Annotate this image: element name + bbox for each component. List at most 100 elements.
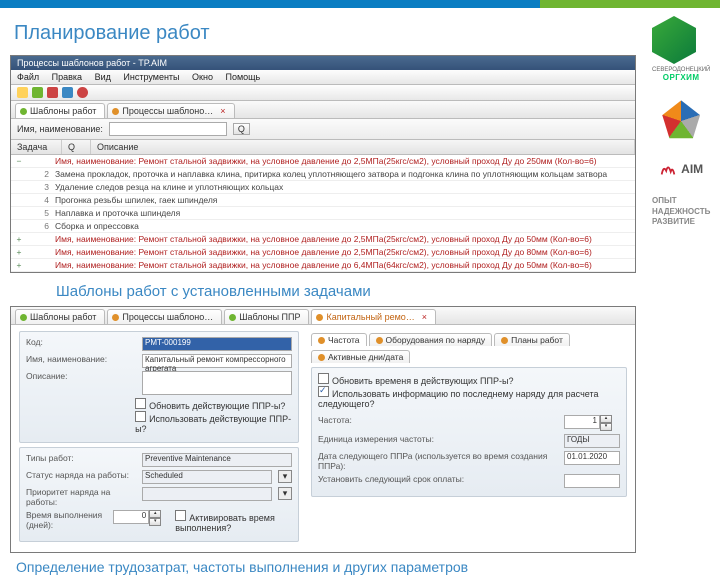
unit-label: Единица измерения частоты: bbox=[318, 434, 558, 444]
window-title: Процессы шаблонов работ - TP.AIM bbox=[11, 56, 635, 70]
col-task[interactable]: Задача bbox=[11, 140, 62, 154]
expand-icon[interactable]: − bbox=[11, 156, 27, 166]
unit-select[interactable]: ГОДЫ bbox=[564, 434, 620, 448]
search-input[interactable] bbox=[109, 122, 227, 136]
aim-logo: AIM bbox=[659, 160, 703, 178]
caption-templates: Шаблоны работ с установленными задачами bbox=[56, 283, 636, 300]
checkbox[interactable] bbox=[175, 510, 186, 521]
table-row[interactable]: + Имя, наименование: Ремонт стальной задв… bbox=[11, 233, 635, 246]
form-left: Код: PMT-000199 Имя, наименование: Капитал… bbox=[19, 331, 299, 546]
spin-up-icon[interactable]: ▴ bbox=[600, 415, 612, 423]
motto-line: РАЗВИТИЕ bbox=[652, 217, 695, 226]
checkbox[interactable] bbox=[135, 398, 146, 409]
tab-processes[interactable]: Процессы шаблоно…× bbox=[107, 103, 234, 118]
nextdate-input[interactable] bbox=[564, 474, 620, 488]
grid-body[interactable]: − Имя, наименование: Ремонт стальной задв… bbox=[11, 155, 635, 272]
tab-templates[interactable]: Шаблоны работ bbox=[15, 103, 105, 118]
code-label: Код: bbox=[26, 337, 136, 347]
form-right: Частота Оборудования по наряду Планы раб… bbox=[311, 331, 627, 546]
checkbox[interactable] bbox=[318, 373, 329, 384]
inner-tab-active[interactable]: Активные дни/дата bbox=[311, 350, 410, 363]
tab-ppr[interactable]: Шаблоны ППР bbox=[224, 309, 309, 324]
date-input[interactable]: 01.01.2020 bbox=[564, 451, 620, 465]
expand-icon[interactable]: + bbox=[11, 234, 27, 244]
tabs-row: Шаблоны работ Процессы шаблоно…× bbox=[11, 101, 635, 119]
dot-icon bbox=[316, 314, 323, 321]
col-q[interactable]: Q bbox=[62, 140, 91, 154]
row-text: Наплавка и проточка шпинделя bbox=[53, 207, 635, 219]
dot-icon bbox=[318, 337, 325, 344]
row-text: Имя, наименование: Ремонт стальной задви… bbox=[53, 246, 635, 258]
tab-label: Капитальный ремо… bbox=[326, 312, 414, 322]
close-icon[interactable]: × bbox=[220, 106, 225, 116]
inner-tab-freq[interactable]: Частота bbox=[311, 333, 367, 346]
dur-value[interactable]: 0 bbox=[113, 510, 149, 524]
col-desc[interactable]: Описание bbox=[91, 140, 635, 154]
dot-icon bbox=[318, 354, 325, 361]
menu-window[interactable]: Окно bbox=[192, 72, 213, 82]
row-text: Замена прокладок, проточка и наплавка кл… bbox=[53, 168, 635, 180]
row-text: Имя, наименование: Ремонт стальной задви… bbox=[53, 155, 635, 167]
pinwheel-icon bbox=[660, 100, 702, 142]
chk-label: Активировать время выполнения? bbox=[175, 513, 275, 533]
inner-tab-equip[interactable]: Оборудования по наряду bbox=[369, 333, 493, 346]
menu-view[interactable]: Вид bbox=[95, 72, 111, 82]
tab-processes2[interactable]: Процессы шаблоно… bbox=[107, 309, 222, 324]
spin-down-icon[interactable]: ▾ bbox=[600, 423, 612, 431]
desc-input[interactable] bbox=[142, 371, 292, 395]
inner-tab-plans[interactable]: Планы работ bbox=[494, 333, 570, 346]
stop-icon[interactable] bbox=[77, 87, 88, 98]
caption-params: Определение трудозатрат, частоты выполне… bbox=[16, 559, 636, 575]
status-select[interactable]: Scheduled bbox=[142, 470, 272, 484]
menu-edit[interactable]: Правка bbox=[52, 72, 82, 82]
table-row[interactable]: 4Прогонка резьбы шпилек, гаек шпинделя bbox=[11, 194, 635, 207]
menu-tools[interactable]: Инструменты bbox=[123, 72, 179, 82]
status-label: Статус наряда на работы: bbox=[26, 470, 136, 480]
prio-select[interactable] bbox=[142, 487, 272, 501]
checkbox-checked[interactable] bbox=[318, 386, 329, 397]
code-input[interactable]: PMT-000199 bbox=[142, 337, 292, 351]
search-button[interactable]: Q bbox=[233, 123, 250, 135]
row-text: Имя, наименование: Ремонт стальной задви… bbox=[53, 233, 635, 245]
menubar[interactable]: Файл Правка Вид Инструменты Окно Помощь bbox=[11, 70, 635, 85]
table-row[interactable]: 3Удаление следов резца на клине и уплотн… bbox=[11, 181, 635, 194]
menu-help[interactable]: Помощь bbox=[225, 72, 260, 82]
refresh-icon[interactable] bbox=[62, 87, 73, 98]
tab-templates2[interactable]: Шаблоны работ bbox=[15, 309, 105, 324]
table-row[interactable]: + Имя, наименование: Ремонт стальной задв… bbox=[11, 259, 635, 272]
type-select[interactable]: Preventive Maintenance bbox=[142, 453, 292, 467]
checkbox[interactable] bbox=[135, 411, 146, 422]
save-icon[interactable] bbox=[32, 87, 43, 98]
delete-icon[interactable] bbox=[47, 87, 58, 98]
menu-file[interactable]: Файл bbox=[17, 72, 39, 82]
hexagon-icon bbox=[652, 16, 696, 64]
tab-label: Шаблоны ППР bbox=[239, 312, 300, 322]
dur-spinner[interactable]: 0▴▾ bbox=[113, 510, 161, 526]
name-input[interactable]: Капитальный ремонт компрессорного агрега… bbox=[142, 354, 292, 368]
table-row[interactable]: + Имя, наименование: Ремонт стальной задв… bbox=[11, 246, 635, 259]
desc-label: Описание: bbox=[26, 371, 136, 381]
close-icon[interactable]: × bbox=[422, 312, 427, 322]
dropdown-icon[interactable]: ▾ bbox=[278, 470, 292, 483]
spin-up-icon[interactable]: ▴ bbox=[149, 510, 161, 518]
flame-icon bbox=[659, 160, 677, 178]
dropdown-icon[interactable]: ▾ bbox=[278, 487, 292, 500]
aim-text: AIM bbox=[681, 162, 703, 176]
freq-spinner[interactable]: 1▴▾ bbox=[564, 415, 612, 431]
table-row[interactable]: − Имя, наименование: Ремонт стальной задв… bbox=[11, 155, 635, 168]
table-row[interactable]: 6Сборка и опрессовка bbox=[11, 220, 635, 233]
spin-down-icon[interactable]: ▾ bbox=[149, 518, 161, 526]
name-label: Имя, наименование: bbox=[26, 354, 136, 364]
freq-value[interactable]: 1 bbox=[564, 415, 600, 429]
row-text: Имя, наименование: Ремонт стальной задви… bbox=[53, 259, 635, 271]
expand-icon[interactable]: + bbox=[11, 260, 27, 270]
new-icon[interactable] bbox=[17, 87, 28, 98]
row-text: Сборка и опрессовка bbox=[53, 220, 635, 232]
table-row[interactable]: 2Замена прокладок, проточка и наплавка к… bbox=[11, 168, 635, 181]
prio-label: Приоритет наряда на работы: bbox=[26, 487, 136, 507]
table-row[interactable]: 5Наплавка и проточка шпинделя bbox=[11, 207, 635, 220]
expand-icon[interactable]: + bbox=[11, 247, 27, 257]
date-label: Дата следующего ППРа (используется во вр… bbox=[318, 451, 558, 471]
tab-capital[interactable]: Капитальный ремо… × bbox=[311, 309, 436, 324]
company-big: ОРГХИМ bbox=[652, 74, 710, 83]
